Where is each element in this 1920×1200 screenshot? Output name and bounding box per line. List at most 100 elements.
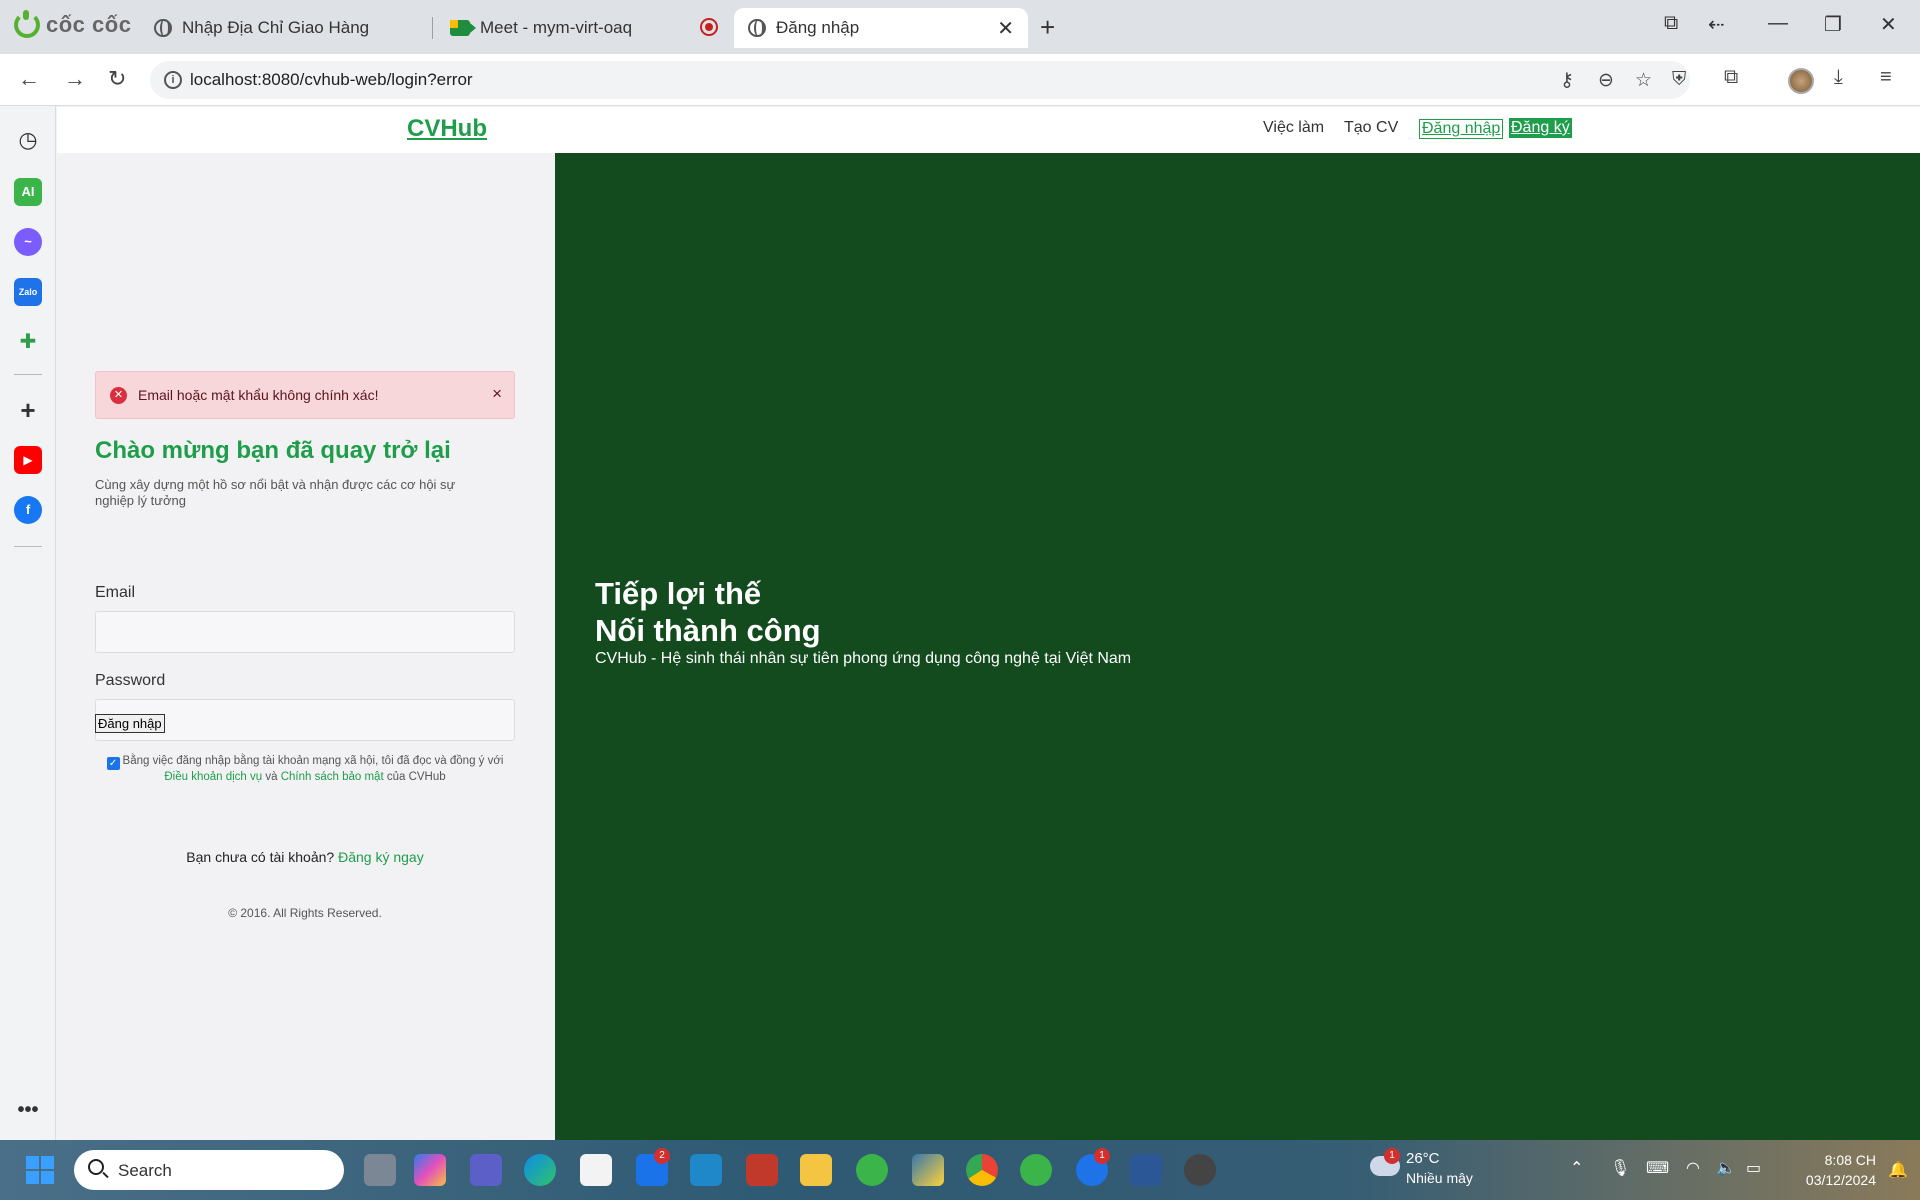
ai-assistant-icon[interactable]: AI	[14, 178, 42, 206]
nav-login[interactable]: Đăng nhập	[1419, 119, 1504, 139]
sidebar-divider	[14, 546, 42, 547]
email-field[interactable]	[95, 611, 515, 653]
task-view-icon[interactable]	[364, 1154, 396, 1186]
download-icon[interactable]: ⤓	[1834, 66, 1843, 89]
notification-bell-icon[interactable]: 🔔	[1888, 1160, 1908, 1180]
weather-badge: 1	[1384, 1148, 1400, 1164]
more-icon[interactable]: •••	[14, 1096, 42, 1124]
new-tab-button[interactable]: +	[1040, 12, 1055, 43]
recording-icon	[700, 18, 718, 36]
windows-start-icon[interactable]	[26, 1156, 54, 1184]
nav-register[interactable]: Đăng ký	[1509, 118, 1572, 138]
address-bar[interactable]: i localhost:8080/cvhub-web/login?error ⚷…	[150, 61, 1690, 99]
forward-arrow-icon[interactable]: →	[64, 66, 86, 92]
browser-sidebar: ◷ AI ~ Zalo ✚ + ▶ f •••	[0, 106, 56, 1140]
tab-meet[interactable]: Meet - mym-virt-oaq	[436, 8, 646, 48]
page-subtitle: Cùng xây dựng một hồ sơ nổi bật và nhận …	[95, 477, 456, 508]
coccoc-logo-icon	[14, 10, 40, 38]
back-arrow-icon[interactable]: ←	[18, 66, 40, 92]
browser-tabstrip: cốc cốc Nhập Địa Chỉ Giao Hàng Meet - my…	[0, 0, 1920, 54]
no-account-text: Bạn chưa có tài khoản?	[186, 849, 335, 865]
tab-separator	[432, 17, 433, 39]
zalo-icon[interactable]: Zalo	[14, 278, 42, 306]
privacy-policy-link[interactable]: Chính sách bảo mật	[281, 771, 384, 783]
history-back-icon[interactable]: ⇠	[1708, 12, 1725, 37]
coccoc-active-icon[interactable]	[1020, 1154, 1052, 1186]
edge-icon[interactable]	[524, 1154, 556, 1186]
python-icon[interactable]	[912, 1154, 944, 1186]
nav-jobs[interactable]: Việc làm	[1263, 119, 1324, 137]
settings-gear-icon[interactable]	[1184, 1154, 1216, 1186]
coccoc-taskbar-icon[interactable]	[856, 1154, 888, 1186]
microphone-icon[interactable]: 🎙	[1610, 1158, 1630, 1178]
minimize-button[interactable]: —	[1768, 12, 1788, 35]
tab-login[interactable]: Đăng nhập ✕	[734, 8, 1028, 48]
page-title: Chào mừng bạn đã quay trở lại	[95, 437, 451, 464]
signup-link[interactable]: Đăng ký ngay	[338, 849, 424, 865]
profile-avatar[interactable]	[1788, 68, 1814, 94]
terms-suffix: của CVHub	[386, 771, 446, 783]
temperature: 26°C	[1406, 1150, 1440, 1167]
chrome-icon[interactable]	[966, 1154, 998, 1186]
add-icon[interactable]: +	[14, 396, 42, 424]
tab-shipping-address[interactable]: Nhập Địa Chỉ Giao Hàng	[140, 8, 383, 48]
clock-date: 03/12/2024	[1805, 1172, 1876, 1188]
zoom-out-icon[interactable]: ⊖	[1598, 69, 1614, 92]
taskbar-search[interactable]: Search	[74, 1150, 344, 1190]
globe-icon	[748, 19, 766, 37]
url-text[interactable]: localhost:8080/cvhub-web/login?error	[190, 70, 473, 90]
zalo-badge: 1	[1094, 1148, 1110, 1164]
restore-button[interactable]: ❐	[1824, 12, 1842, 37]
sql-icon[interactable]	[1130, 1154, 1162, 1186]
file-explorer-icon[interactable]	[800, 1154, 832, 1186]
sidebar-divider	[14, 374, 42, 375]
error-message: Email hoặc mật khẩu không chính xác!	[138, 387, 379, 403]
globe-icon	[154, 19, 172, 37]
terms-of-service-link[interactable]: Điều khoản dịch vụ	[164, 771, 262, 783]
weather-description: Nhiều mây	[1406, 1170, 1473, 1186]
store-icon[interactable]	[580, 1154, 612, 1186]
terms-and: và	[265, 771, 278, 783]
search-placeholder: Search	[118, 1161, 172, 1180]
bookmark-star-icon[interactable]: ☆	[1635, 69, 1652, 92]
login-button[interactable]: Đăng nhập	[95, 714, 165, 733]
youtube-icon[interactable]: ▶	[14, 446, 42, 474]
shield-icon[interactable]: ⛨	[1672, 69, 1686, 91]
game-controller-icon[interactable]: ✚	[14, 328, 42, 356]
close-alert-icon[interactable]: ×	[492, 384, 502, 404]
history-icon[interactable]: ◷	[14, 126, 42, 154]
taskbar: Search 2 1 1 26°C Nhiều mây ⌃ 🎙 ⌨ ◠ 🔈 ▭ …	[0, 1140, 1920, 1200]
close-tab-icon[interactable]: ✕	[997, 16, 1014, 41]
terms-checkbox[interactable]: ✓	[106, 757, 120, 770]
chevron-up-icon[interactable]: ⌃	[1570, 1158, 1583, 1178]
app-icon[interactable]	[746, 1154, 778, 1186]
reload-icon[interactable]: ↻	[108, 66, 126, 92]
wifi-icon[interactable]: ◠	[1686, 1158, 1700, 1178]
browser-brand[interactable]: cốc cốc	[14, 10, 131, 38]
battery-icon[interactable]: ▭	[1746, 1158, 1761, 1178]
mail-badge: 2	[654, 1148, 670, 1164]
copyright: © 2016. All Rights Reserved.	[228, 906, 382, 920]
web-page: CVHub Việc làm Tạo CV Đăng nhập Đăng ký …	[57, 107, 1920, 1140]
copilot-icon[interactable]	[414, 1154, 446, 1186]
close-window-button[interactable]: ✕	[1880, 12, 1897, 37]
speaker-icon[interactable]: 🔈	[1716, 1158, 1736, 1178]
screen-capture-icon[interactable]: ⧉	[1664, 12, 1678, 35]
teams-icon[interactable]	[470, 1154, 502, 1186]
google-meet-icon	[450, 20, 476, 36]
tab-title: Đăng nhập	[776, 18, 860, 37]
clock-time: 8:08 CH	[1824, 1152, 1876, 1168]
site-logo[interactable]: CVHub	[407, 115, 487, 143]
key-icon[interactable]: ⚷	[1560, 69, 1574, 92]
messenger-icon[interactable]: ~	[14, 228, 42, 256]
extensions-icon[interactable]: ⧉	[1724, 66, 1738, 89]
nav-create-cv[interactable]: Tạo CV	[1344, 119, 1398, 137]
info-icon[interactable]: i	[164, 71, 182, 89]
keyboard-icon[interactable]: ⌨	[1646, 1158, 1669, 1178]
tab-title: Nhập Địa Chỉ Giao Hàng	[182, 18, 370, 37]
menu-icon[interactable]: ≡	[1880, 66, 1892, 89]
remote-desktop-icon[interactable]	[690, 1154, 722, 1186]
taskbar-clock[interactable]: 8:08 CH 03/12/2024	[1806, 1150, 1876, 1190]
facebook-icon[interactable]: f	[14, 496, 42, 524]
signup-prompt: Bạn chưa có tài khoản? Đăng ký ngay	[95, 849, 515, 865]
